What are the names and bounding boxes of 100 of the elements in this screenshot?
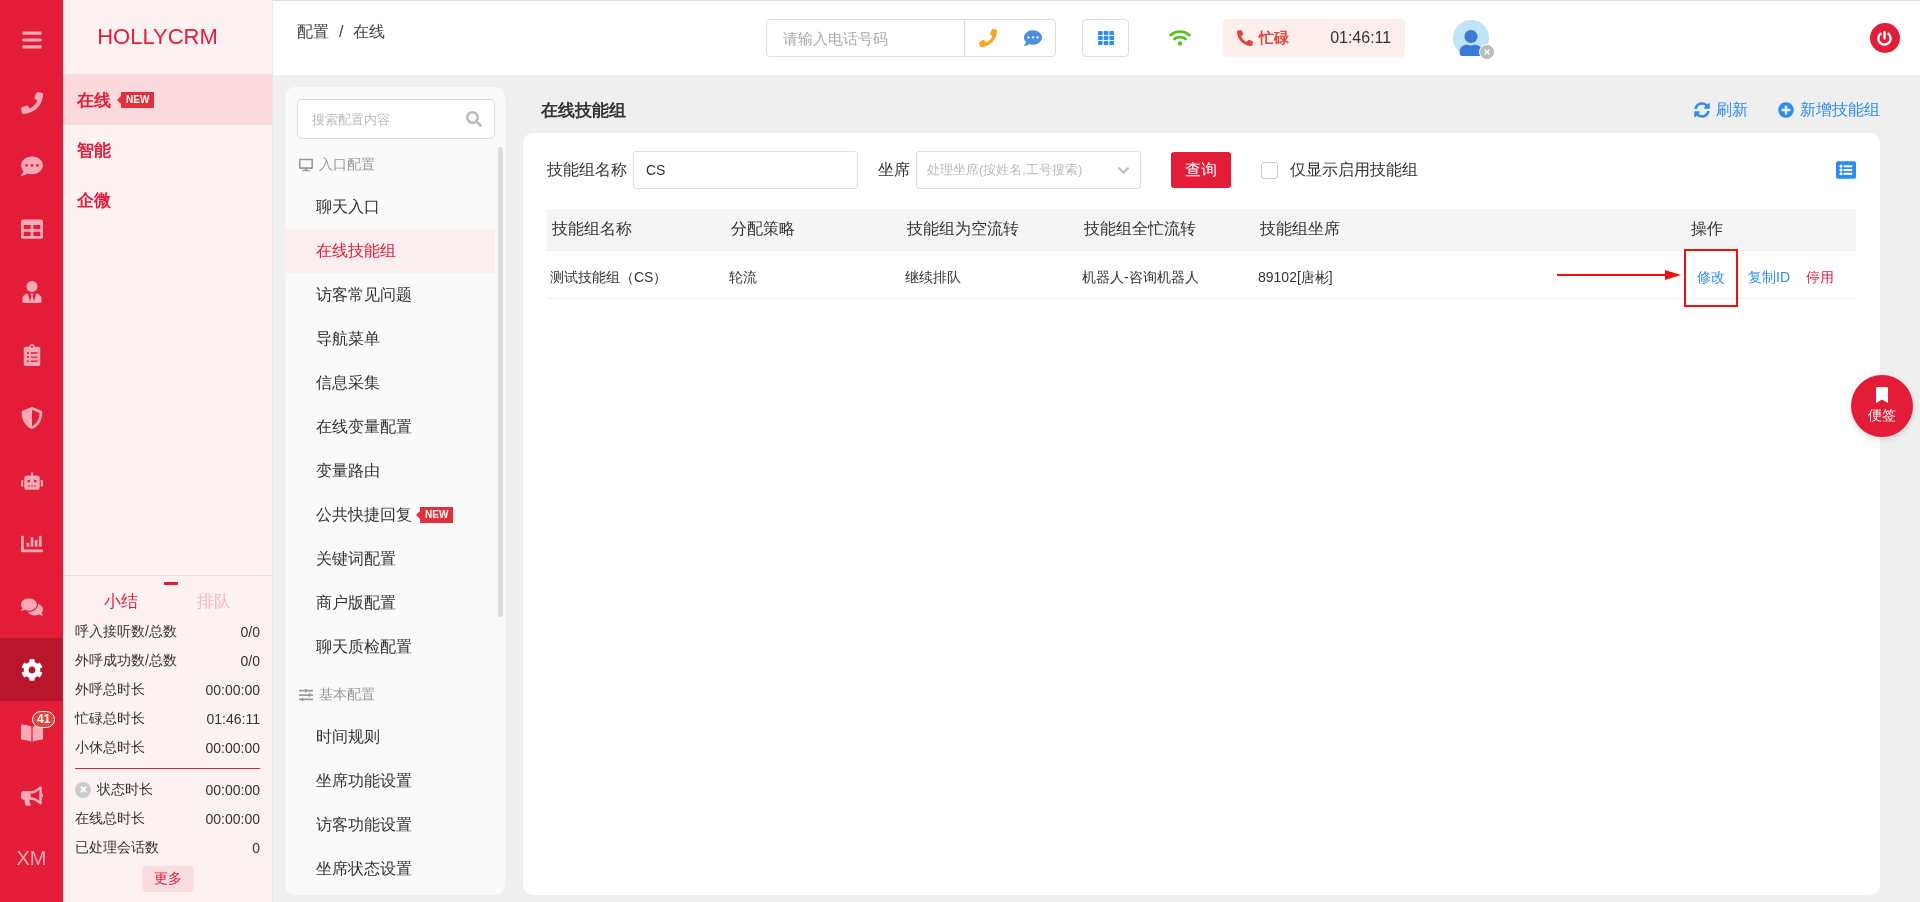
- avatar[interactable]: [1453, 20, 1490, 56]
- tab-indicator: [164, 582, 178, 585]
- filter-label: 坐席: [878, 159, 910, 180]
- column-header: 技能组全忙流转: [1083, 219, 1197, 239]
- menu-item[interactable]: 坐席状态设置: [285, 847, 495, 891]
- stat-label: 已处理会话数: [75, 838, 159, 857]
- query-button[interactable]: 查询: [1171, 152, 1231, 188]
- menu-label[interactable]: 信息采集: [316, 372, 380, 394]
- menu-item[interactable]: 在线变量配置: [285, 405, 495, 449]
- menu-label[interactable]: 坐席功能设置: [316, 770, 412, 792]
- menu-label[interactable]: 导航菜单: [316, 328, 380, 350]
- chat-icon[interactable]: [1023, 29, 1042, 47]
- stat-label: 忙碌总时长: [75, 709, 145, 728]
- group-title: 入口配置: [319, 156, 375, 174]
- menu-item[interactable]: 关键词配置: [285, 537, 495, 581]
- menu-label[interactable]: 关键词配置: [316, 548, 396, 570]
- robot-icon[interactable]: [20, 469, 43, 492]
- grid-icon[interactable]: [20, 217, 43, 240]
- refresh-icon: [1694, 102, 1710, 118]
- column-header: 技能组为空流转: [906, 219, 1020, 239]
- rail-item[interactable]: 41: [0, 701, 63, 764]
- phone-icon[interactable]: [978, 29, 997, 47]
- table-cell-text: 机器人-咨询机器人: [1081, 269, 1199, 287]
- summary-tab[interactable]: 小结: [88, 590, 155, 613]
- nav-item[interactable]: 智能: [63, 125, 272, 175]
- bookmark-icon: [1874, 387, 1890, 403]
- phone-icon[interactable]: [20, 91, 43, 114]
- nav-item[interactable]: 企微: [63, 175, 272, 225]
- stat-value: 01:46:11: [206, 710, 260, 727]
- person-icon[interactable]: [20, 280, 43, 303]
- search-field[interactable]: 搜索配置内容: [297, 99, 495, 139]
- menu-label[interactable]: 在线技能组: [316, 240, 396, 262]
- shield-icon[interactable]: [20, 406, 43, 429]
- search-input[interactable]: 搜索配置内容: [310, 110, 450, 128]
- menu-label[interactable]: 公共快捷回复: [316, 504, 412, 526]
- menu-item[interactable]: 导航菜单: [285, 317, 495, 361]
- menu-label[interactable]: 时间规则: [316, 726, 380, 748]
- menu-item[interactable]: 公共快捷回复 NEW: [285, 493, 495, 537]
- memo-button[interactable]: 便签: [1851, 375, 1913, 437]
- phone-input[interactable]: 请输入电话号码: [767, 20, 966, 56]
- column-header: 分配策略: [730, 219, 796, 239]
- menu-label[interactable]: 聊天质检配置: [316, 636, 412, 658]
- menu-item[interactable]: 时间规则: [285, 715, 495, 759]
- menu-item[interactable]: 商户版配置: [285, 581, 495, 625]
- more-button[interactable]: 更多: [141, 866, 194, 892]
- stat-value: 0: [252, 839, 260, 856]
- sliders-icon: [299, 688, 313, 702]
- megaphone-icon[interactable]: [20, 784, 43, 807]
- count-badge: 41: [32, 711, 56, 728]
- action-link[interactable]: 复制ID: [1744, 269, 1794, 287]
- stat-value: 00:00:00: [205, 781, 260, 798]
- nav-label[interactable]: 智能: [77, 138, 111, 162]
- status-indicator[interactable]: 忙碌 01:46:11: [1223, 19, 1406, 57]
- close-icon: [1479, 44, 1496, 60]
- breadcrumb-current: 在线: [353, 21, 386, 42]
- power-button[interactable]: [1870, 23, 1900, 53]
- phone-icon: [1237, 30, 1254, 46]
- table-cell-text: 轮流: [728, 269, 757, 287]
- settings-icon[interactable]: [20, 658, 43, 681]
- phone-field[interactable]: 请输入电话号码: [766, 19, 1057, 57]
- table-cell-text: 89102[唐彬]: [1257, 269, 1333, 287]
- book-icon[interactable]: [20, 721, 43, 744]
- menu-item[interactable]: 在线技能组: [285, 229, 495, 273]
- checkbox-label[interactable]: 仅显示启用技能组: [1290, 159, 1418, 181]
- nav-label[interactable]: 在线: [77, 88, 111, 112]
- nav-item[interactable]: 在线 NEW: [63, 75, 272, 125]
- filter-label: 技能组名称: [547, 159, 627, 180]
- list-icon[interactable]: [1836, 160, 1856, 180]
- action-link[interactable]: 修改: [1686, 251, 1736, 305]
- menu-label[interactable]: 访客功能设置: [316, 814, 412, 836]
- monitor-icon: [299, 158, 313, 172]
- stat-label: 外呼总时长: [75, 680, 145, 699]
- dialpad-button[interactable]: [1082, 19, 1130, 57]
- checkbox[interactable]: [1261, 161, 1278, 179]
- name-field[interactable]: CS: [633, 151, 858, 189]
- menu-item[interactable]: 变量路由: [285, 449, 495, 493]
- menu-label[interactable]: 变量路由: [316, 460, 380, 482]
- menu-item[interactable]: 访客常见问题: [285, 273, 495, 317]
- menu-label[interactable]: 在线变量配置: [316, 416, 412, 438]
- breadcrumb-link[interactable]: 配置: [297, 21, 329, 43]
- menu-item[interactable]: 信息采集: [285, 361, 495, 405]
- close-icon[interactable]: [75, 781, 91, 798]
- menu-item[interactable]: 访客功能设置: [285, 803, 495, 847]
- table-cell-text: 继续排队: [904, 269, 961, 287]
- rail-item[interactable]: [0, 638, 63, 701]
- stat-label: 呼入接听数/总数: [75, 622, 177, 641]
- action-link[interactable]: 停用: [1802, 269, 1838, 287]
- menu-item[interactable]: 聊天入口: [285, 185, 495, 229]
- menu-label[interactable]: 坐席状态设置: [316, 858, 412, 880]
- menu-item[interactable]: 坐席功能设置: [285, 759, 495, 803]
- menu-label[interactable]: 商户版配置: [316, 592, 396, 614]
- stat-value: 00:00:00: [205, 739, 260, 756]
- scrollbar[interactable]: [498, 147, 503, 617]
- menu-item[interactable]: 聊天质检配置: [285, 625, 495, 669]
- menu-label[interactable]: 聊天入口: [316, 196, 380, 218]
- chat-icon[interactable]: [20, 154, 43, 177]
- menu-label[interactable]: 访客常见问题: [316, 284, 412, 306]
- search-icon[interactable]: [466, 111, 482, 127]
- nav-label[interactable]: 企微: [77, 188, 111, 212]
- power-icon: [1877, 30, 1893, 46]
